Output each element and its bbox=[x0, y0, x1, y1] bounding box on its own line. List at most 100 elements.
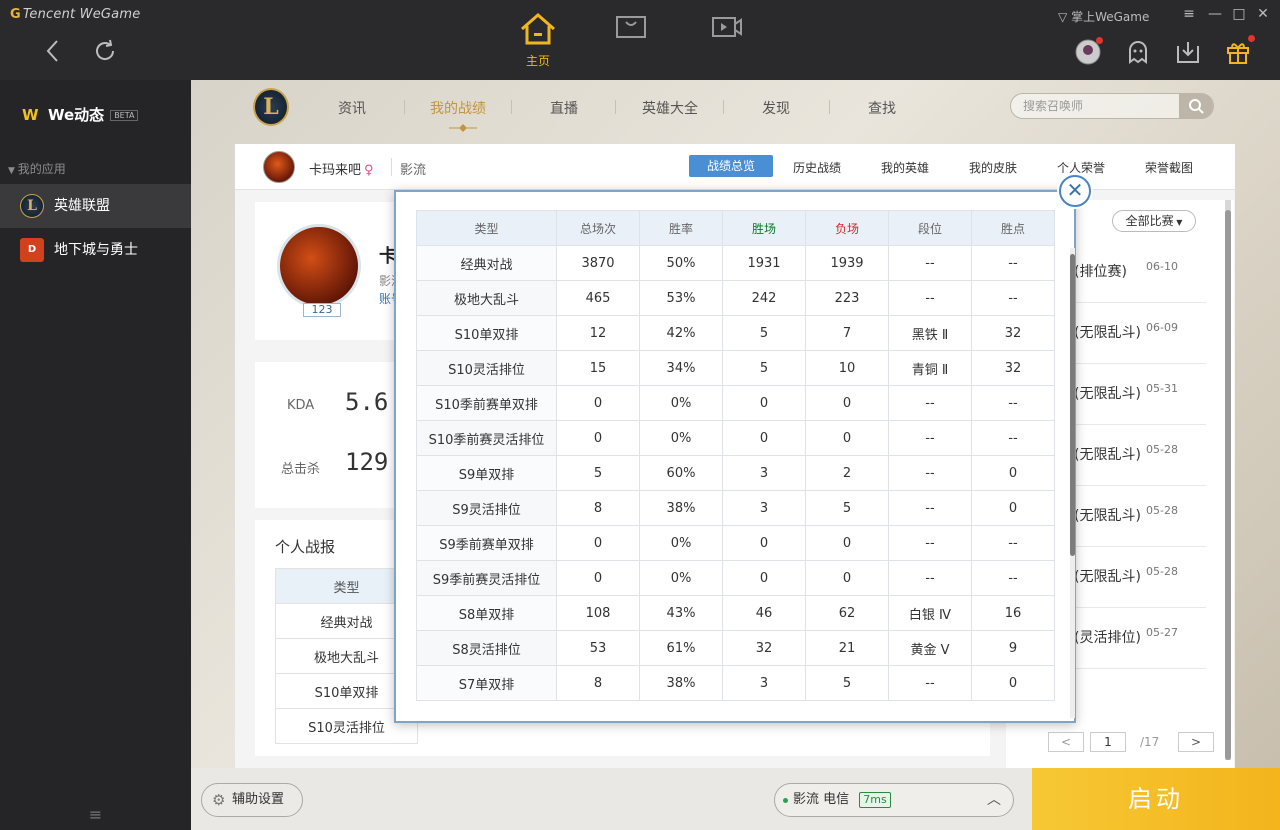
maximize-icon[interactable]: □ bbox=[1230, 6, 1248, 22]
lol-nav-news[interactable]: 资讯 bbox=[338, 98, 366, 118]
table-cell: 15 bbox=[556, 350, 640, 386]
minimize-icon[interactable]: — bbox=[1206, 6, 1224, 22]
server-selector[interactable]: 影流 电信 7ms ︿ bbox=[774, 783, 1014, 817]
table-row: S9季前赛单双排 0 0% 0 0 -- -- bbox=[416, 525, 1055, 561]
table-cell: 0 bbox=[722, 420, 806, 456]
table-cell: -- bbox=[971, 280, 1055, 316]
table-cell: -- bbox=[971, 420, 1055, 456]
tab-honor-screenshots[interactable]: 荣誉截图 bbox=[1145, 159, 1193, 176]
wegame-logo-icon: G bbox=[10, 7, 21, 22]
store-tab[interactable] bbox=[614, 12, 648, 46]
table-cell: 0 bbox=[805, 560, 889, 596]
match-filter-dropdown[interactable]: 全部比赛 ▼ bbox=[1112, 210, 1196, 232]
profile-avatar bbox=[277, 224, 361, 308]
we-dynamic-link[interactable]: W We动态 BETA bbox=[22, 104, 139, 125]
table-cell: 7 bbox=[805, 315, 889, 351]
user-avatar-button[interactable] bbox=[1074, 37, 1103, 66]
table-cell: 3 bbox=[722, 665, 806, 701]
launch-button[interactable]: 启动 bbox=[1032, 768, 1280, 830]
sidebar-item-dnf[interactable]: D 地下城与勇士 bbox=[0, 228, 191, 272]
mobile-wegame-link[interactable]: ▽ 掌上WeGame bbox=[1058, 8, 1149, 25]
lol-nav-live[interactable]: 直播 bbox=[550, 98, 578, 118]
tab-my-heroes[interactable]: 我的英雄 bbox=[881, 159, 929, 176]
assist-settings-button[interactable]: ⚙ 辅助设置 bbox=[201, 783, 303, 817]
lol-logo-icon[interactable]: L bbox=[253, 88, 289, 126]
match-filter-label: 全部比赛 bbox=[1125, 214, 1174, 228]
match-date: 05-28 bbox=[1146, 443, 1178, 456]
menu-icon[interactable]: ≡ bbox=[1180, 6, 1198, 22]
back-button[interactable] bbox=[38, 36, 68, 66]
modal-close-icon[interactable]: ✕ bbox=[1059, 175, 1091, 207]
table-cell: 9 bbox=[971, 630, 1055, 666]
lol-nav-search[interactable]: 查找 bbox=[868, 98, 896, 118]
my-apps-label: 我的应用 bbox=[17, 162, 66, 176]
home-tab[interactable]: 主页 bbox=[518, 12, 558, 69]
row-type-cell: S7单双排 bbox=[416, 665, 557, 701]
my-apps-section[interactable]: ▼ 我的应用 bbox=[8, 160, 66, 177]
table-row: S8单双排 108 43% 46 62 白银 Ⅳ 16 bbox=[416, 595, 1055, 631]
modal-scrollbar-thumb[interactable] bbox=[1070, 254, 1075, 556]
table-cell: 5 bbox=[556, 455, 640, 491]
tab-honors[interactable]: 个人荣誉 bbox=[1057, 159, 1105, 176]
summoner-search-input[interactable] bbox=[1023, 97, 1173, 115]
gift-button[interactable] bbox=[1224, 35, 1255, 66]
table-cell: 32 bbox=[971, 315, 1055, 351]
match-date: 05-28 bbox=[1146, 565, 1178, 578]
column-header: 胜场 bbox=[722, 210, 806, 246]
tab-my-skins[interactable]: 我的皮肤 bbox=[969, 159, 1017, 176]
column-header: 胜点 bbox=[971, 210, 1055, 246]
row-type-cell: 经典对战 bbox=[416, 245, 557, 281]
gear-icon: ⚙ bbox=[212, 791, 226, 809]
tab-record-overview[interactable]: 战绩总览 bbox=[689, 155, 773, 177]
header-divider bbox=[391, 158, 392, 176]
friends-button[interactable] bbox=[1124, 38, 1152, 66]
gift-icon bbox=[1227, 43, 1249, 64]
profile-card: 123 卡 影流 账号 bbox=[255, 202, 405, 340]
video-tab[interactable] bbox=[710, 12, 744, 46]
mobile-wegame-icon: ▽ bbox=[1058, 10, 1068, 24]
table-row: S10灵活排位 15 34% 5 10 青铜 Ⅱ 32 bbox=[416, 350, 1055, 386]
table-cell: 3 bbox=[722, 455, 806, 491]
search-icon bbox=[1189, 99, 1204, 114]
table-row: S9单双排 5 60% 3 2 -- 0 bbox=[416, 455, 1055, 491]
lol-nav-discover[interactable]: 发现 bbox=[762, 98, 790, 118]
row-type-cell: S8单双排 bbox=[416, 595, 557, 631]
sidebar-item-lol[interactable]: L 英雄联盟 bbox=[0, 184, 191, 228]
sidebar-menu-icon[interactable]: ≡ bbox=[0, 800, 191, 830]
refresh-button[interactable] bbox=[90, 36, 120, 66]
match-date: 05-27 bbox=[1146, 626, 1178, 639]
table-cell: 0 bbox=[556, 525, 640, 561]
match-date: 05-31 bbox=[1146, 382, 1178, 395]
prev-page-button[interactable]: < bbox=[1048, 732, 1084, 752]
active-diamond-icon bbox=[449, 124, 477, 132]
next-page-button[interactable]: > bbox=[1178, 732, 1214, 752]
total-pages: /17 bbox=[1140, 735, 1160, 749]
mobile-wegame-label: 掌上WeGame bbox=[1071, 10, 1150, 24]
server-status-dot bbox=[783, 798, 788, 803]
tab-history[interactable]: 历史战绩 bbox=[793, 159, 841, 176]
table-cell: -- bbox=[888, 385, 972, 421]
page-input[interactable]: 1 bbox=[1090, 732, 1126, 752]
row-type-cell: S9单双排 bbox=[416, 455, 557, 491]
row-type-cell: S10单双排 bbox=[416, 315, 557, 351]
lol-nav-my-record[interactable]: 我的战绩 bbox=[430, 98, 486, 118]
search-button[interactable] bbox=[1179, 93, 1213, 119]
table-cell: 5 bbox=[722, 315, 806, 351]
total-kills-label: 总击杀 bbox=[281, 462, 321, 477]
row-type-cell: S9季前赛灵活排位 bbox=[416, 560, 557, 596]
table-cell: 10 bbox=[805, 350, 889, 386]
table-cell: 465 bbox=[556, 280, 640, 316]
table-cell: -- bbox=[888, 245, 972, 281]
close-window-icon[interactable]: ✕ bbox=[1254, 6, 1272, 22]
lol-nav-heroes[interactable]: 英雄大全 bbox=[642, 98, 698, 118]
title-bar: G Tencent WeGame 主页 ▽ 掌上WeGame ≡ — □ ✕ bbox=[0, 0, 1280, 80]
table-cell: 1939 bbox=[805, 245, 889, 281]
table-cell: -- bbox=[888, 665, 972, 701]
table-cell: 53 bbox=[556, 630, 640, 666]
we-logo-icon: W bbox=[22, 106, 39, 124]
main-scrollbar-thumb[interactable] bbox=[1225, 210, 1231, 760]
download-button[interactable] bbox=[1174, 38, 1202, 66]
summoner-search bbox=[1010, 93, 1214, 119]
bottom-bar: ⚙ 辅助设置 影流 电信 7ms ︿ 启动 bbox=[191, 768, 1280, 830]
table-row: S10季前赛单双排 0 0% 0 0 -- -- bbox=[416, 385, 1055, 421]
